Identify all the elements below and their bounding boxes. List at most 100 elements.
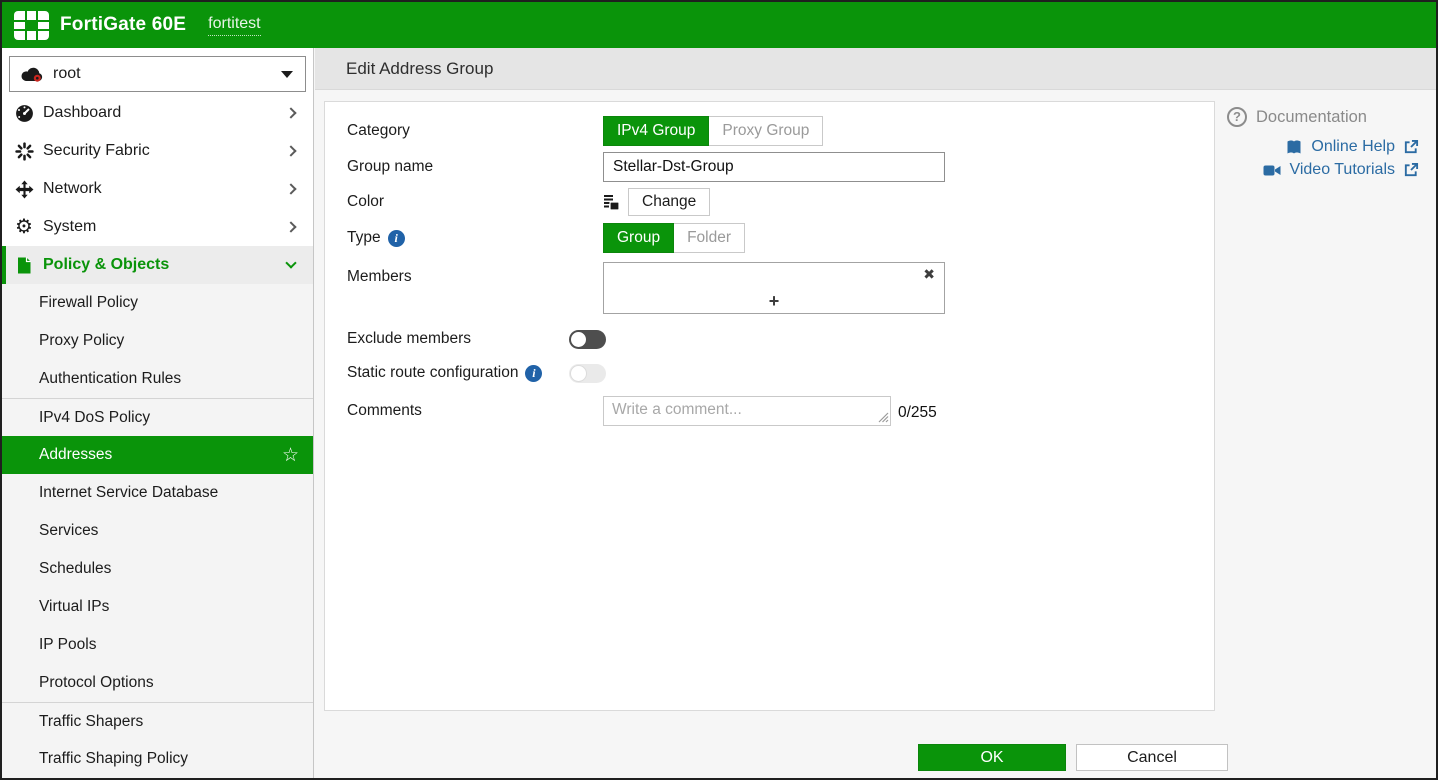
sidebar-subitem-label: Virtual IPs: [39, 598, 299, 616]
vdom-value: root: [53, 65, 281, 83]
static-route-label: Static route configuration i: [325, 364, 569, 382]
video-tutorials-label: Video Tutorials: [1289, 161, 1395, 179]
sidebar-item-system[interactable]: ⚙ System: [2, 208, 313, 246]
sidebar-item-security-fabric[interactable]: Security Fabric: [2, 132, 313, 170]
favorite-star-icon[interactable]: ☆: [282, 446, 299, 465]
content-area: Edit Address Group Category IPv4 GroupPr…: [315, 48, 1436, 778]
sidebar-subitem-label: Schedules: [39, 560, 299, 578]
static-route-toggle[interactable]: [569, 364, 606, 383]
sidebar-item-label: Dashboard: [43, 104, 287, 122]
sidebar-subitem-label: Proxy Policy: [39, 332, 299, 350]
type-label: Type i: [325, 229, 603, 247]
online-help-label: Online Help: [1311, 138, 1395, 156]
exclude-members-toggle[interactable]: [569, 330, 606, 349]
comments-label: Comments: [325, 402, 603, 420]
chevron-right-icon: [285, 183, 296, 194]
sidebar-subitem-label: IP Pools: [39, 636, 299, 654]
sidebar-item-label: Policy & Objects: [43, 256, 287, 274]
sidebar-subitem[interactable]: Addresses ☆: [2, 436, 313, 474]
members-label: Members: [325, 268, 603, 286]
sidebar-item-dashboard[interactable]: Dashboard: [2, 94, 313, 132]
sidebar-subitem-label: Traffic Shapers: [39, 713, 299, 731]
segment-option[interactable]: Proxy Group: [709, 116, 823, 146]
group-name-label: Group name: [325, 158, 603, 176]
ok-button[interactable]: OK: [918, 744, 1066, 771]
sidebar: root Dashboard Security Fabric Network: [2, 48, 314, 778]
members-box[interactable]: ✖ +: [603, 262, 945, 314]
sidebar-subitem[interactable]: Services: [2, 512, 313, 550]
sidebar-subitem[interactable]: Internet Service Database: [2, 474, 313, 512]
sidebar-subitem-label: Internet Service Database: [39, 484, 299, 502]
sidebar-subitem-label: Authentication Rules: [39, 370, 299, 388]
sidebar-subitem-label: IPv4 DoS Policy: [39, 409, 299, 427]
sidebar-subitem[interactable]: Authentication Rules: [2, 360, 313, 398]
form-footer: OK Cancel: [918, 744, 1228, 771]
info-icon[interactable]: i: [525, 365, 542, 382]
external-link-icon: [1403, 139, 1419, 155]
sidebar-subitem[interactable]: Firewall Policy: [2, 284, 313, 322]
add-member-button[interactable]: +: [769, 291, 780, 312]
sidebar-item-label: Network: [43, 180, 287, 198]
sidebar-item-label: Security Fabric: [43, 142, 287, 160]
sidebar-subitem[interactable]: Traffic Shapers: [2, 702, 313, 740]
sidebar-subitem-label: Protocol Options: [39, 674, 299, 692]
comments-char-counter: 0/255: [898, 404, 937, 426]
page-title: Edit Address Group: [346, 59, 493, 79]
policy-objects-icon: [15, 256, 41, 275]
book-icon: [1285, 139, 1303, 156]
category-label: Category: [325, 122, 603, 140]
segment-option[interactable]: IPv4 Group: [603, 116, 709, 146]
chevron-right-icon: [285, 107, 296, 118]
sidebar-subitem[interactable]: IPv4 DoS Policy: [2, 398, 313, 436]
sidebar-subitem[interactable]: Schedules: [2, 550, 313, 588]
sidebar-subitem-label: Services: [39, 522, 299, 540]
sidebar-subitem-label: Addresses: [39, 446, 282, 464]
segment-option[interactable]: Group: [603, 223, 674, 253]
hostname-link[interactable]: fortitest: [208, 15, 260, 36]
type-label-text: Type: [347, 229, 381, 247]
chevron-down-icon: [281, 71, 293, 78]
color-swatch-icon: [603, 194, 620, 211]
system-gear-icon: ⚙: [15, 217, 41, 237]
edit-address-group-form: Category IPv4 GroupProxy Group Group nam…: [324, 101, 1215, 711]
sidebar-subitem-label: Firewall Policy: [39, 294, 299, 312]
comments-input[interactable]: [603, 396, 891, 426]
chevron-right-icon: [285, 145, 296, 156]
vdom-cloud-icon: [20, 66, 44, 82]
documentation-header: ? Documentation: [1227, 107, 1419, 127]
help-question-icon: ?: [1227, 107, 1247, 127]
network-arrows-icon: [15, 180, 41, 199]
sidebar-subitem[interactable]: IP Pools: [2, 626, 313, 664]
sidebar-subitem-label: Traffic Shaping Policy: [39, 750, 299, 768]
chevron-down-icon: [285, 257, 296, 268]
sidebar-subitem[interactable]: Proxy Policy: [2, 322, 313, 360]
device-model-title: FortiGate 60E: [60, 14, 186, 36]
security-fabric-icon: [15, 142, 41, 161]
vdom-selector[interactable]: root: [9, 56, 306, 92]
color-change-button[interactable]: Change: [628, 188, 710, 216]
content-body: Category IPv4 GroupProxy Group Group nam…: [315, 90, 1436, 778]
static-route-label-text: Static route configuration: [347, 364, 518, 382]
sidebar-item-label: System: [43, 218, 287, 236]
info-icon[interactable]: i: [388, 230, 405, 247]
color-label: Color: [325, 193, 603, 211]
exclude-members-label: Exclude members: [325, 330, 569, 348]
sidebar-subnav: Firewall Policy Proxy Policy Authenticat…: [2, 284, 313, 778]
cancel-button[interactable]: Cancel: [1076, 744, 1228, 771]
video-tutorials-link[interactable]: Video Tutorials: [1263, 161, 1419, 179]
top-header-bar: FortiGate 60E fortitest: [2, 2, 1436, 48]
documentation-title: Documentation: [1256, 108, 1367, 127]
sidebar-item-policy-objects[interactable]: Policy & Objects: [2, 246, 313, 284]
sidebar-subitem[interactable]: Protocol Options: [2, 664, 313, 702]
online-help-link[interactable]: Online Help: [1285, 138, 1419, 156]
documentation-panel: ? Documentation Online Help Video Tutori…: [1227, 107, 1419, 179]
group-name-input[interactable]: [603, 152, 945, 182]
sidebar-subitem[interactable]: Traffic Shaping Policy: [2, 740, 313, 778]
video-camera-icon: [1263, 163, 1281, 178]
sidebar-item-network[interactable]: Network: [2, 170, 313, 208]
sidebar-subitem[interactable]: Virtual IPs: [2, 588, 313, 626]
external-link-icon: [1403, 162, 1419, 178]
clear-members-icon[interactable]: ✖: [923, 266, 935, 283]
app-window: FortiGate 60E fortitest root Dashboard S…: [0, 0, 1438, 780]
segment-option[interactable]: Folder: [674, 223, 745, 253]
